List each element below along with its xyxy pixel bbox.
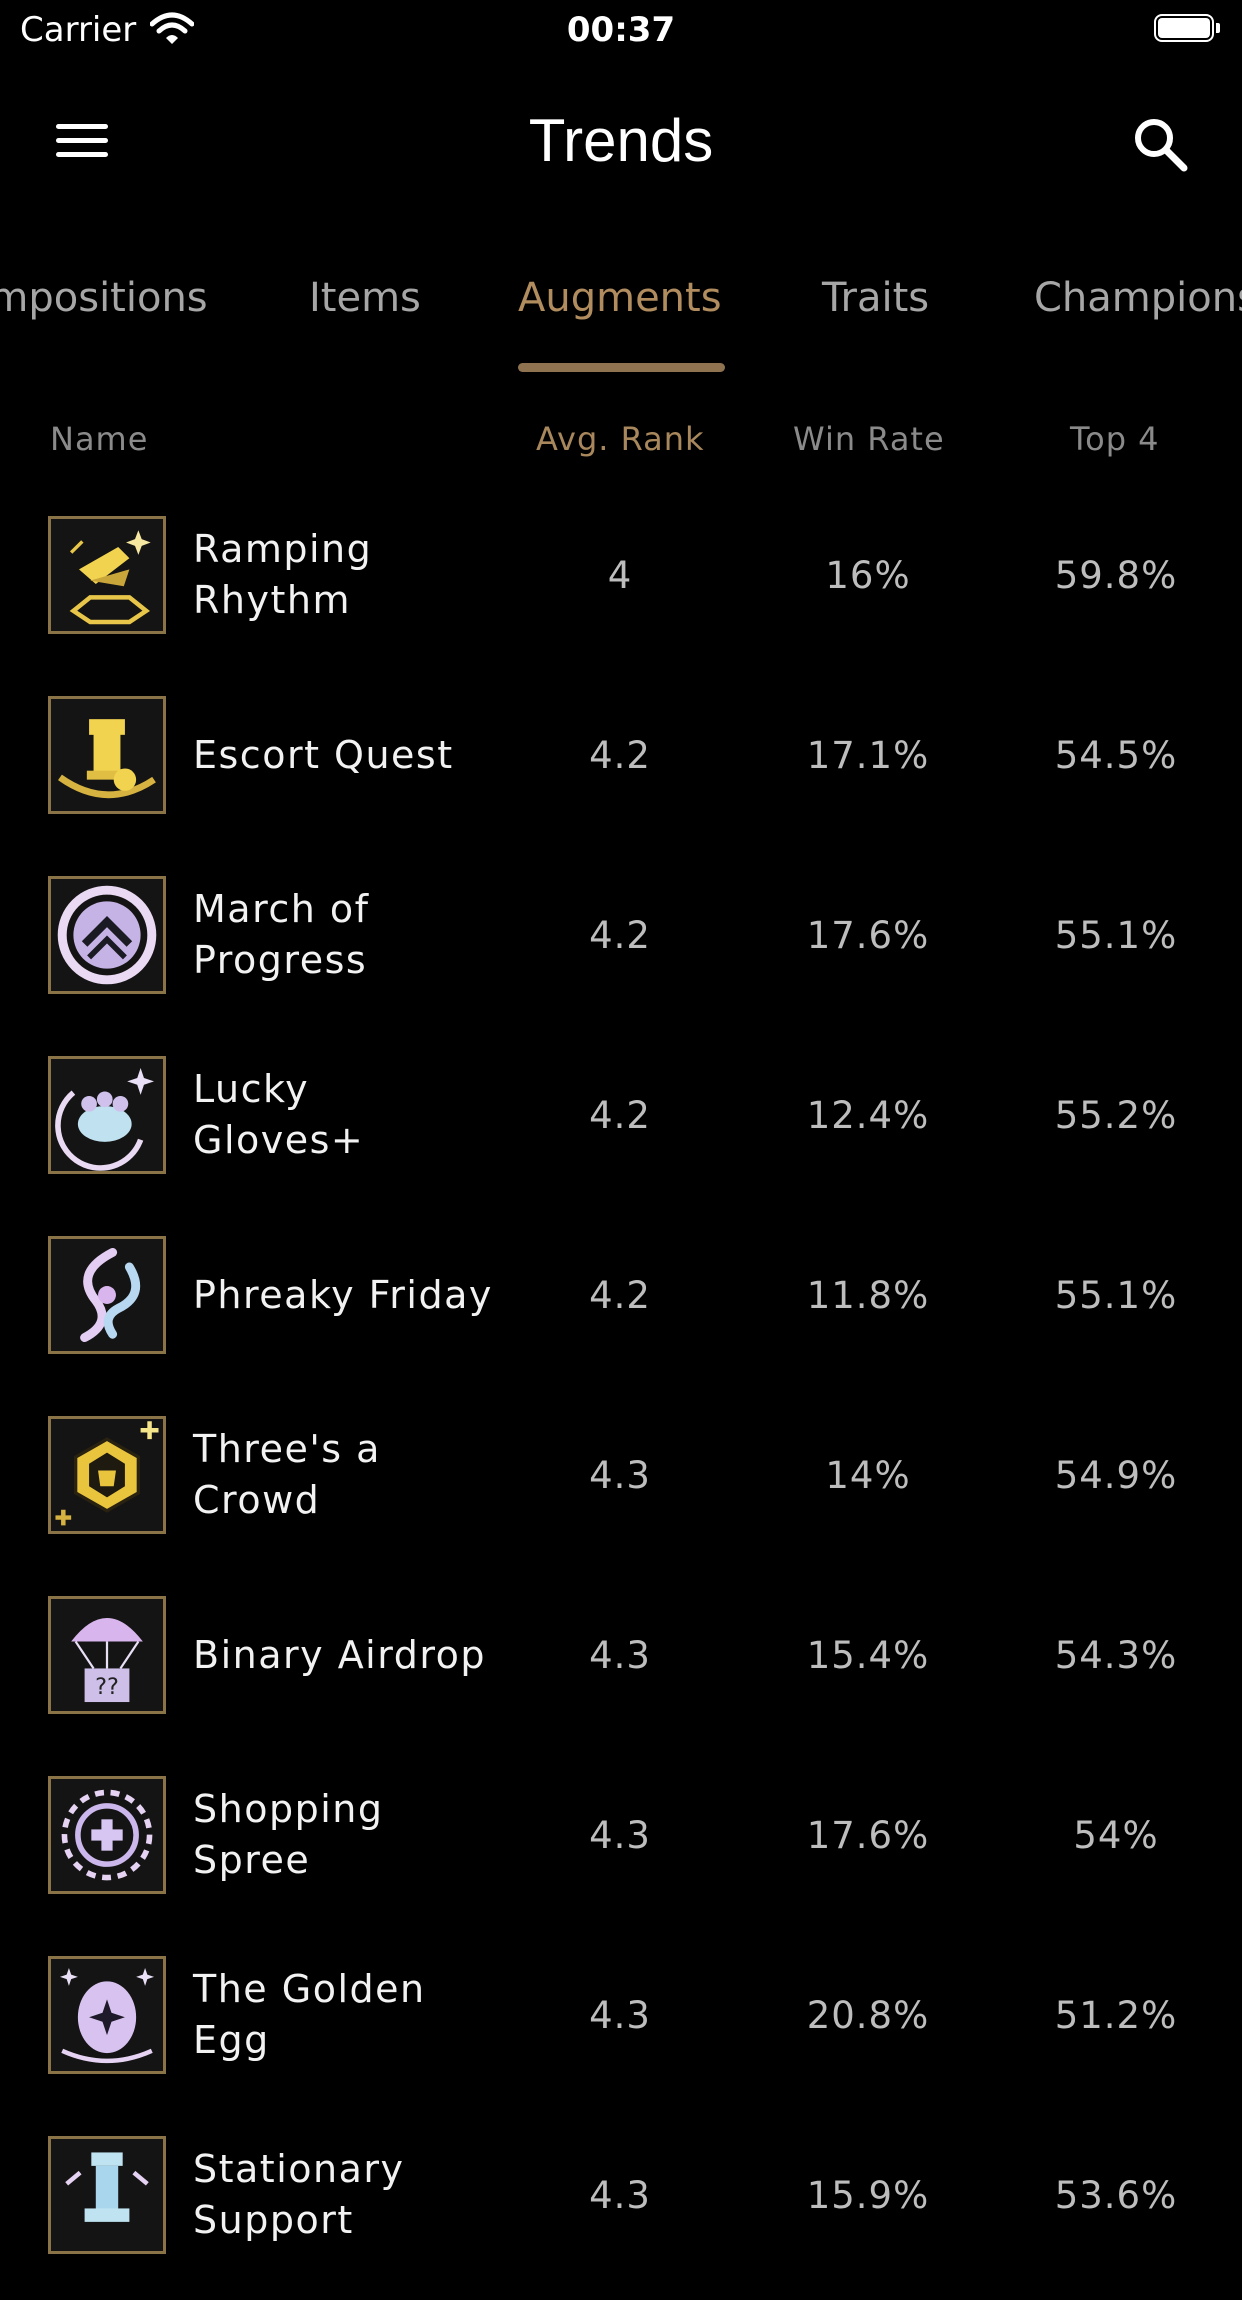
row-top4: 54.5%: [1054, 733, 1178, 777]
row-avg-rank: 4.3: [589, 1453, 651, 1497]
header-name[interactable]: Name: [50, 420, 148, 458]
table-row[interactable]: Ramping Rhythm 4 16% 59.8%: [0, 500, 1242, 680]
row-name: Shopping Spree: [193, 1787, 384, 1882]
row-avg-rank: 4.2: [589, 913, 651, 957]
row-avg-rank: 4.2: [589, 733, 651, 777]
tab-compositions[interactable]: Compositions: [0, 275, 208, 321]
row-win-rate: 17.6%: [806, 913, 930, 957]
tab-champions[interactable]: Champions: [1034, 275, 1242, 321]
table-row[interactable]: March of Progress 4.2 17.6% 55.1%: [0, 860, 1242, 1040]
row-name: Ramping Rhythm: [193, 527, 373, 622]
row-win-rate: 15.4%: [806, 1633, 930, 1677]
row-win-rate: 17.6%: [806, 1813, 930, 1857]
row-name: Lucky Gloves+: [193, 1067, 365, 1162]
row-top4: 59.8%: [1054, 553, 1178, 597]
row-top4: 54.9%: [1054, 1453, 1178, 1497]
stationary-support-icon: [48, 2136, 166, 2254]
nav-bar: Trends: [0, 80, 1242, 210]
row-top4: 55.1%: [1054, 1273, 1178, 1317]
row-top4: 51.2%: [1054, 1993, 1178, 2037]
table-row[interactable]: Phreaky Friday 4.2 11.8% 55.1%: [0, 1220, 1242, 1400]
row-avg-rank: 4.3: [589, 1993, 651, 2037]
table-row[interactable]: Shopping Spree 4.3 17.6% 54%: [0, 1760, 1242, 1940]
row-name: Stationary Support: [193, 2147, 405, 2242]
row-win-rate: 20.8%: [806, 1993, 930, 2037]
row-name: Escort Quest: [193, 732, 454, 777]
table-row[interactable]: Escort Quest 4.2 17.1% 54.5%: [0, 680, 1242, 860]
battery-icon: [1154, 14, 1222, 44]
row-avg-rank: 4.2: [589, 1273, 651, 1317]
row-win-rate: 16%: [825, 553, 911, 597]
shopping-spree-icon: [48, 1776, 166, 1894]
golden-egg-icon: [48, 1956, 166, 2074]
row-name: The Golden Egg: [193, 1967, 426, 2062]
tab-bar: Compositions Items Augments Traits Champ…: [0, 255, 1242, 375]
march-of-progress-icon: [48, 876, 166, 994]
phreaky-friday-icon: [48, 1236, 166, 1354]
svg-text:??: ??: [95, 1674, 119, 1700]
row-win-rate: 15.9%: [806, 2173, 930, 2217]
row-win-rate: 12.4%: [806, 1093, 930, 1137]
table-header: Name Avg. Rank Win Rate Top 4: [0, 420, 1242, 470]
clock: 00:37: [566, 10, 676, 50]
escort-quest-icon: [48, 696, 166, 814]
row-win-rate: 17.1%: [806, 733, 930, 777]
search-icon[interactable]: [1130, 114, 1190, 174]
threes-a-crowd-icon: [48, 1416, 166, 1534]
row-avg-rank: 4.3: [589, 1633, 651, 1677]
row-top4: 54.3%: [1054, 1633, 1178, 1677]
tab-augments[interactable]: Augments: [518, 275, 722, 321]
row-avg-rank: 4.3: [589, 1813, 651, 1857]
tab-traits[interactable]: Traits: [822, 275, 929, 321]
row-name: March of Progress: [193, 887, 370, 982]
row-win-rate: 11.8%: [806, 1273, 930, 1317]
table-row[interactable]: The Golden Egg 4.3 20.8% 51.2%: [0, 1940, 1242, 2120]
header-win-rate[interactable]: Win Rate: [793, 420, 945, 458]
ramping-rhythm-icon: [48, 516, 166, 634]
row-top4: 54%: [1073, 1813, 1159, 1857]
row-avg-rank: 4.2: [589, 1093, 651, 1137]
tab-items[interactable]: Items: [309, 275, 421, 321]
row-name: Three's a Crowd: [193, 1427, 381, 1522]
row-avg-rank: 4.3: [589, 2173, 651, 2217]
header-top4[interactable]: Top 4: [1070, 420, 1160, 458]
table-row[interactable]: ?? Binary Airdrop 4.3 15.4% 54.3%: [0, 1580, 1242, 1760]
binary-airdrop-icon: ??: [48, 1596, 166, 1714]
row-name: Phreaky Friday: [193, 1272, 493, 1317]
row-win-rate: 14%: [825, 1453, 911, 1497]
row-avg-rank: 4: [607, 553, 633, 597]
table-row[interactable]: Lucky Gloves+ 4.2 12.4% 55.2%: [0, 1040, 1242, 1220]
header-avg-rank[interactable]: Avg. Rank: [536, 420, 705, 458]
table-row[interactable]: Stationary Support 4.3 15.9% 53.6%: [0, 2120, 1242, 2300]
status-bar: Carrier 00:37: [0, 0, 1242, 62]
row-top4: 53.6%: [1054, 2173, 1178, 2217]
lucky-gloves-icon: [48, 1056, 166, 1174]
row-name: Binary Airdrop: [193, 1632, 486, 1677]
table-row[interactable]: Three's a Crowd 4.3 14% 54.9%: [0, 1400, 1242, 1580]
row-top4: 55.2%: [1054, 1093, 1178, 1137]
page-title: Trends: [528, 107, 714, 174]
tab-indicator: [518, 363, 725, 372]
row-top4: 55.1%: [1054, 913, 1178, 957]
